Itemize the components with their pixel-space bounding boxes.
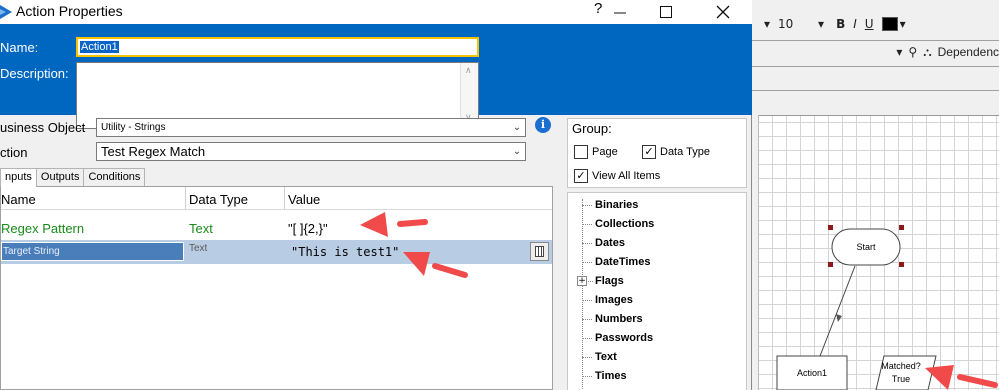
font-color-button[interactable] <box>881 17 898 31</box>
dialog-title: Action Properties <box>16 3 123 19</box>
inputs-grid: Name Data Type Value Regex Pattern Text … <box>0 186 553 390</box>
action-select[interactable]: Test Regex Match ⌄ <box>96 142 526 161</box>
name-label: Name: <box>0 40 39 55</box>
secondary-toolbar: ▾ ⚲ ⛬ Dependenc <box>750 40 999 64</box>
format-toolbar: ▾ 10 ▾ B I U ▾ <box>750 8 999 40</box>
calculator-icon <box>535 246 544 257</box>
data-type-checkbox-label: Data Type <box>660 146 710 158</box>
chevron-down-icon[interactable]: ▾ <box>818 17 824 31</box>
name-value: Action1 <box>80 41 119 53</box>
data-items-tree: Binaries Collections Dates DateTimes + Fl… <box>567 192 747 390</box>
table-row[interactable]: Regex Pattern Text "[ ]{2,}" <box>1 216 552 240</box>
action-properties-dialog: Action Properties ? Name: Action1 Descri… <box>0 0 752 390</box>
action-value: Test Regex Match <box>101 144 206 159</box>
list-item[interactable]: Numbers <box>568 310 746 329</box>
header-panel: Name: Action1 Description: ∧ ∨ <box>0 24 752 129</box>
tab-outputs[interactable]: Outputs <box>35 168 85 186</box>
bold-button[interactable]: B <box>836 17 845 31</box>
list-item[interactable]: Passwords <box>568 329 746 348</box>
business-object-select[interactable]: Utility - Strings ⌄ <box>96 118 526 137</box>
tab-strip: nputs Outputs Conditions <box>0 168 146 187</box>
underline-button[interactable]: U <box>865 17 874 31</box>
group-title: Group: <box>572 121 612 136</box>
tab-conditions[interactable]: Conditions <box>83 168 146 186</box>
chevron-down-icon[interactable]: ▾ <box>896 45 902 59</box>
maximize-button[interactable] <box>646 0 686 24</box>
list-item[interactable]: Images <box>568 291 746 310</box>
toolbar-divider <box>750 66 999 67</box>
close-icon <box>716 5 730 19</box>
name-field[interactable]: Action1 <box>76 37 479 57</box>
column-divider[interactable] <box>185 187 186 210</box>
font-size-select[interactable]: 10 <box>778 17 814 31</box>
app-icon <box>0 5 12 19</box>
action-stage-label: Action1 <box>796 368 828 378</box>
param-type: Text <box>189 243 208 254</box>
list-item[interactable]: Dates <box>568 234 746 253</box>
business-object-value: Utility - Strings <box>101 122 166 133</box>
description-label: Description: <box>0 66 69 81</box>
column-divider[interactable] <box>284 187 285 210</box>
process-canvas[interactable] <box>750 115 999 390</box>
column-header-data-type[interactable]: Data Type <box>189 192 248 207</box>
tab-inputs[interactable]: nputs <box>0 168 37 187</box>
param-value[interactable]: "This is test1" <box>291 245 399 259</box>
list-item[interactable]: + Flags <box>568 272 746 291</box>
expand-icon[interactable]: + <box>577 276 587 286</box>
column-header-value[interactable]: Value <box>288 192 320 207</box>
title-bar[interactable]: Action Properties ? <box>0 0 752 24</box>
scroll-up-icon[interactable]: ∧ <box>465 66 472 76</box>
group-options: Group: Page ✓ Data Type ✓ View All Items <box>567 118 747 188</box>
chevron-down-icon: ⌄ <box>512 146 522 157</box>
minimize-button[interactable] <box>600 0 640 24</box>
list-item[interactable]: Text <box>568 348 746 367</box>
param-name: Regex Pattern <box>1 221 85 236</box>
italic-button[interactable]: I <box>853 17 857 31</box>
list-item[interactable]: Times <box>568 367 746 386</box>
close-button[interactable] <box>703 0 743 24</box>
maximize-icon <box>660 6 672 18</box>
toolbar-divider <box>750 90 999 91</box>
data-type-checkbox[interactable]: ✓ <box>642 145 656 159</box>
decision-stage-value: True <box>891 374 911 384</box>
chevron-down-icon: ⌄ <box>512 122 522 133</box>
dependencies-icon: ⛬ <box>923 44 932 59</box>
param-value[interactable]: "[ ]{2,}" <box>288 221 328 236</box>
list-item[interactable]: DateTimes <box>568 253 746 272</box>
param-type: Text <box>189 221 213 236</box>
page-checkbox-label: Page <box>592 146 618 158</box>
table-row[interactable]: Target String Text "This is test1" <box>1 240 552 264</box>
decision-stage-label: Matched? <box>881 361 921 371</box>
param-name: Target String <box>1 242 184 261</box>
chevron-down-icon[interactable]: ▾ <box>900 17 906 31</box>
column-header-name[interactable]: Name <box>1 192 36 207</box>
list-item[interactable]: Binaries <box>568 196 746 215</box>
calculator-button[interactable] <box>530 242 549 261</box>
dependencies-button[interactable]: Dependenc <box>938 45 999 59</box>
list-item[interactable]: Collections <box>568 215 746 234</box>
binoculars-icon[interactable]: ⚲ <box>908 45 917 59</box>
view-all-checkbox-label: View All Items <box>592 170 661 182</box>
info-icon[interactable]: i <box>535 117 551 133</box>
start-stage-label: Start <box>856 242 876 252</box>
background-process-editor: ▾ 10 ▾ B I U ▾ ▾ ⚲ ⛬ Dependenc <box>750 0 999 390</box>
view-all-checkbox[interactable]: ✓ <box>574 169 588 183</box>
minimize-icon <box>614 12 626 14</box>
chevron-down-icon[interactable]: ▾ <box>764 17 770 31</box>
grid-header: Name Data Type Value <box>1 187 552 210</box>
business-object-label: usiness Object <box>0 120 86 135</box>
action-label: ction <box>0 145 28 160</box>
page-checkbox[interactable] <box>574 145 588 159</box>
